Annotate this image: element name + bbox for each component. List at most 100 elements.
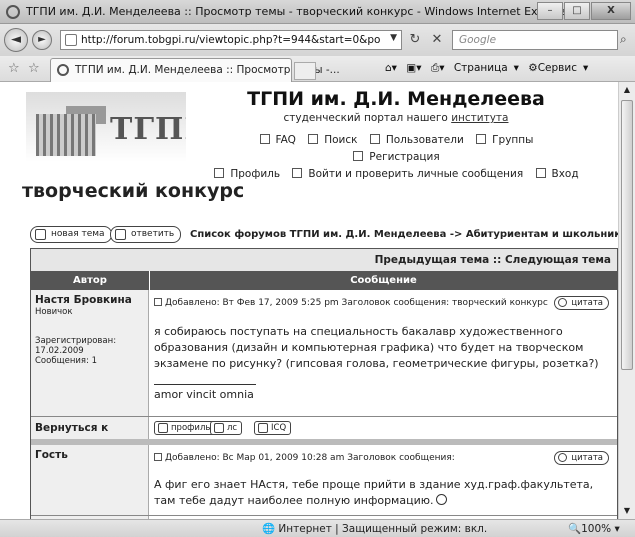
maximize-button[interactable]: □ xyxy=(564,2,590,20)
profile-button[interactable]: профиль xyxy=(154,421,216,435)
scroll-up-icon[interactable]: ▲ xyxy=(619,82,635,98)
institute-link[interactable]: института xyxy=(451,112,508,124)
nav-faq-label: FAQ xyxy=(275,134,296,146)
home-icon[interactable]: ⌂▾ xyxy=(385,62,397,74)
zoom-control[interactable]: 🔍100% ▾ xyxy=(568,522,620,535)
new-tab-button[interactable] xyxy=(294,62,316,80)
add-favorites-icon[interactable]: ☆ xyxy=(28,61,40,76)
tools-menu-label: Сервис xyxy=(537,62,577,74)
logo-text: ТГПИ xyxy=(110,112,186,147)
post-1-registered-date: 17.02.2009 xyxy=(35,346,84,356)
icq-flower-icon xyxy=(258,423,268,433)
new-topic-button[interactable]: новая тема xyxy=(30,226,112,243)
page-icon xyxy=(65,34,77,46)
stop-icon[interactable]: ✕ xyxy=(426,30,448,50)
back-to-top-link[interactable]: Вернуться к началу xyxy=(31,417,149,456)
post-1-quote-button[interactable]: цитата xyxy=(554,296,609,310)
scroll-thumb[interactable] xyxy=(621,100,633,370)
post-1-author-info: Зарегистрирован: 17.02.2009 Сообщения: 1 xyxy=(35,336,116,366)
profile-button-label: профиль xyxy=(171,423,211,433)
nav-profile[interactable]: Профиль xyxy=(214,168,283,180)
login-icon xyxy=(535,168,546,178)
chevron-down-icon[interactable]: ▼ xyxy=(390,33,397,43)
author-column-header: Автор xyxy=(31,271,149,290)
post-1-author[interactable]: Настя Бровкина xyxy=(35,294,132,306)
quote-label: цитата xyxy=(571,453,603,463)
profile-icon xyxy=(158,423,168,433)
nav-search-label: Поиск xyxy=(324,134,358,146)
pm-button[interactable]: лс xyxy=(210,421,243,435)
site-subtitle: студенческий портал нашего института xyxy=(186,112,606,124)
messages-icon xyxy=(292,168,303,178)
post-1-meta: Добавлено: Вт Фев 17, 2009 5:25 pm Загол… xyxy=(154,298,548,308)
status-bar: 🌐 Интернет | Защищенный режим: вкл. 🔍100… xyxy=(0,519,635,537)
nav-register[interactable]: Регистрация xyxy=(353,151,442,163)
post-1-rank: Новичок xyxy=(35,307,73,317)
back-arrow-icon[interactable]: ◄ xyxy=(4,28,28,52)
icq-button-label: ICQ xyxy=(271,423,287,433)
search-icon[interactable]: ⌕ xyxy=(620,32,627,47)
post-1-author-cell: Настя Бровкина Новичок Зарегистрирован: … xyxy=(31,290,149,416)
nav-login-messages[interactable]: Войти и проверить личные сообщения xyxy=(292,168,526,180)
breadcrumb[interactable]: Список форумов ТГПИ им. Д.И. Менделеева … xyxy=(190,229,618,240)
icq-button[interactable]: ICQ xyxy=(254,421,292,435)
favorites-star-icon[interactable]: ☆ xyxy=(8,61,20,76)
quote-label: цитата xyxy=(571,298,603,308)
page-menu[interactable]: Страница ▾ xyxy=(454,62,519,74)
post-2-meta-text: Добавлено: Вс Мар 01, 2009 10:28 am Заго… xyxy=(165,453,455,463)
tools-menu[interactable]: ⚙Сервис ▾ xyxy=(528,62,588,74)
logo-building xyxy=(36,114,96,156)
address-field[interactable]: http://forum.tobgpi.ru/viewtopic.php?t=9… xyxy=(60,30,402,50)
tab-row: ☆ ☆ ТГПИ им. Д.И. Менделеева :: Просмотр… xyxy=(0,56,635,82)
scroll-down-icon[interactable]: ▼ xyxy=(619,503,635,519)
post-1-meta-text: Добавлено: Вт Фев 17, 2009 5:25 pm Загол… xyxy=(165,298,548,308)
reply-label: ответить xyxy=(131,229,175,239)
nav-users[interactable]: Пользователи xyxy=(369,134,467,146)
site-logo[interactable]: ТГПИ xyxy=(26,92,186,162)
nav-groups-label: Группы xyxy=(492,134,534,146)
minimize-button[interactable]: – xyxy=(537,2,563,20)
nav-login[interactable]: Вход xyxy=(535,168,582,180)
nav-search[interactable]: Поиск xyxy=(308,134,360,146)
post-2-author: Гость xyxy=(35,449,68,461)
feeds-icon[interactable]: ▣▾ xyxy=(406,62,421,74)
quote-icon xyxy=(558,453,568,462)
close-button[interactable]: X xyxy=(591,2,631,20)
post-1-message-cell: Добавлено: Вт Фев 17, 2009 5:25 pm Загол… xyxy=(150,290,617,416)
nav-faq[interactable]: FAQ xyxy=(259,134,299,146)
new-topic-icon xyxy=(35,229,46,240)
users-icon xyxy=(369,134,380,144)
nav-profile-label: Профиль xyxy=(230,168,281,180)
search-input[interactable]: Google xyxy=(452,30,618,50)
zoom-level: 100% xyxy=(581,523,612,535)
post-2-author-cell: Гость xyxy=(31,445,149,515)
vertical-scrollbar[interactable]: ▲ ▼ xyxy=(618,82,635,519)
quote-icon xyxy=(558,298,568,307)
pm-icon xyxy=(214,423,224,433)
post-2-body: А фиг его знает НАстя, тебе проще прийти… xyxy=(154,477,610,509)
signature-divider xyxy=(154,384,256,385)
post-icon xyxy=(154,298,162,306)
nav-groups[interactable]: Группы xyxy=(476,134,536,146)
status-text: Интернет | Защищенный режим: вкл. xyxy=(278,523,488,535)
pm-button-label: лс xyxy=(227,423,238,433)
search-placeholder: Google xyxy=(459,34,497,46)
reply-button[interactable]: ответить xyxy=(110,226,182,243)
forward-arrow-icon[interactable]: ► xyxy=(32,30,52,50)
site-subtitle-text: студенческий портал нашего xyxy=(283,112,448,124)
tab-ie-icon xyxy=(57,64,69,76)
post-1-body: я собираюсь поступать на специальность б… xyxy=(154,325,599,370)
page-viewport: ТГПИ ТГПИ им. Д.И. Менделеева студенческ… xyxy=(8,82,618,519)
post-2-meta: Добавлено: Вс Мар 01, 2009 10:28 am Заго… xyxy=(154,453,455,463)
prev-next-links[interactable]: Предыдущая тема :: Следующая тема xyxy=(31,249,617,271)
page-menu-label: Страница xyxy=(453,62,508,74)
post-icon xyxy=(154,453,162,461)
tab-current[interactable]: ТГПИ им. Д.И. Менделеева :: Просмотр тем… xyxy=(50,58,340,82)
url-text: http://forum.tobgpi.ru/viewtopic.php?t=9… xyxy=(81,34,381,46)
post-2-body-text: А фиг его знает НАстя, тебе проще прийти… xyxy=(154,478,594,507)
refresh-icon[interactable]: ↻ xyxy=(404,30,426,50)
print-icon[interactable]: ⎙▾ xyxy=(431,62,445,74)
nav-login-label: Вход xyxy=(551,168,579,180)
window-title: ТГПИ им. Д.И. Менделеева :: Просмотр тем… xyxy=(26,5,570,18)
post-2-quote-button[interactable]: цитата xyxy=(554,451,609,465)
